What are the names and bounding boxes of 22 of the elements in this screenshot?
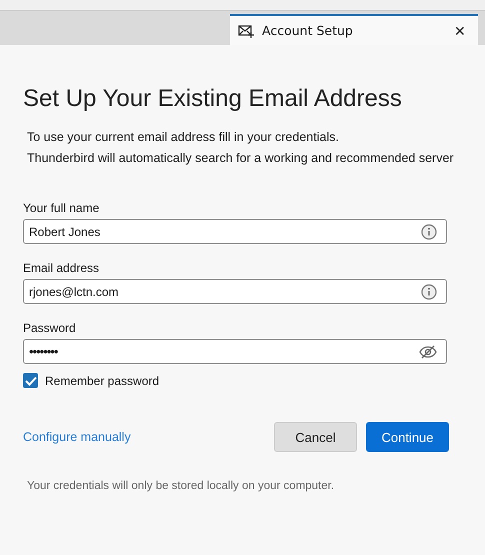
tab-title: Account Setup: [262, 23, 354, 38]
cancel-button[interactable]: Cancel: [274, 422, 357, 452]
page-heading: Set Up Your Existing Email Address: [23, 85, 403, 113]
checkbox-label: Remember password: [45, 374, 160, 388]
checkbox[interactable]: [23, 373, 38, 388]
privacy-note: Your credentials will only be stored locally on your computer.: [27, 480, 336, 492]
envelope-icon: [238, 24, 254, 38]
configure-link[interactable]: Configure manually: [23, 430, 131, 444]
intro-text: To use your current email address fill in your credentials.: [27, 129, 340, 146]
close-button[interactable]: ✕: [450, 22, 470, 38]
field-label: Password: [23, 321, 77, 335]
field-label: Email address: [23, 261, 100, 275]
field-label: Your full name: [23, 201, 100, 215]
info-icon: [421, 284, 437, 300]
tab[interactable]: Account Setup ✕: [230, 14, 478, 45]
info-icon: [421, 224, 437, 240]
intro-text: Thunderbird will automatically search for a working and recommended server: [27, 150, 455, 167]
input-field[interactable]: rjones@lctn.com: [23, 279, 447, 304]
input-field[interactable]: Robert Jones: [23, 219, 447, 244]
continue-button[interactable]: Continue: [366, 422, 449, 452]
hidden-eye-icon: [419, 344, 437, 358]
input-field[interactable]: ••••••••: [23, 339, 447, 364]
